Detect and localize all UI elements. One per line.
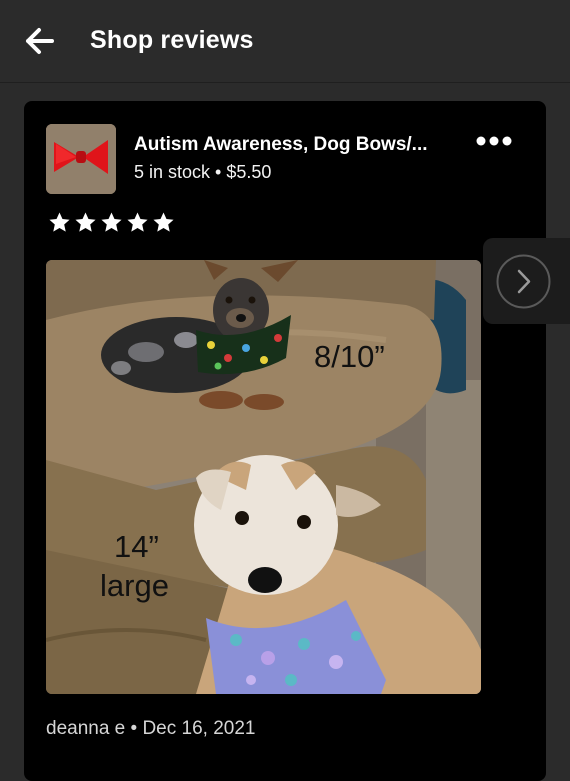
photo-label-large-word: large bbox=[100, 568, 169, 603]
top-app-bar: Shop reviews bbox=[0, 0, 570, 83]
next-photo-button[interactable] bbox=[496, 254, 551, 309]
photo-label-small-size: 8/10” bbox=[314, 339, 385, 374]
star-icon bbox=[101, 212, 122, 232]
chevron-right-icon bbox=[496, 254, 551, 309]
dogs-on-couch-image: 8/10” 14” large bbox=[46, 260, 481, 694]
reviewer-info: deanna e • Dec 16, 2021 bbox=[46, 718, 256, 739]
more-options-button[interactable] bbox=[474, 131, 514, 151]
product-stock-price: 5 in stock • $5.50 bbox=[134, 162, 272, 182]
star-rating bbox=[48, 211, 175, 235]
photo-label-large-size: 14” bbox=[114, 529, 159, 564]
page-title: Shop reviews bbox=[90, 26, 254, 54]
star-icon bbox=[49, 212, 70, 232]
arrow-left-icon bbox=[26, 28, 54, 54]
back-button[interactable] bbox=[22, 24, 58, 58]
review-photo[interactable]: 8/10” 14” large bbox=[46, 260, 481, 694]
dog-bow-image bbox=[46, 124, 116, 194]
product-thumbnail[interactable] bbox=[46, 124, 116, 194]
star-icon bbox=[153, 212, 174, 232]
ellipsis-icon bbox=[476, 136, 512, 146]
star-icon bbox=[127, 212, 148, 232]
star-icon bbox=[75, 212, 96, 232]
product-title[interactable]: Autism Awareness, Dog Bows/... bbox=[134, 134, 428, 156]
review-card: Autism Awareness, Dog Bows/... 5 in stoc… bbox=[24, 101, 546, 781]
